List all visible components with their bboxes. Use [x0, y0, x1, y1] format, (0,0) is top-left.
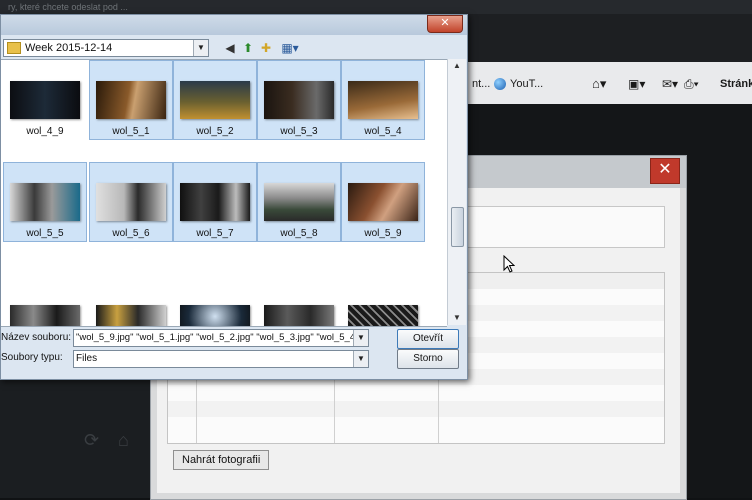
- photo-thumbnail: [10, 305, 80, 326]
- file-thumbnail[interactable]: wol_5_9: [341, 162, 425, 242]
- scroll-up-icon[interactable]: ▲: [448, 59, 466, 73]
- photo-thumbnail: [348, 305, 418, 326]
- photo-thumbnail: [348, 81, 418, 119]
- photo-thumbnail: [264, 81, 334, 119]
- photo-thumbnail: [180, 305, 250, 326]
- background-page-text: ry, které chcete odeslat pod ...: [8, 2, 128, 12]
- dialog-navigation-bar: Week 2015-12-14 ▼ ◀ ⬆ ✚ ▦▾: [1, 37, 467, 59]
- file-thumbnail[interactable]: wol_5_8: [257, 162, 341, 242]
- filename-value: "wol_5_9.jpg" "wol_5_1.jpg" "wol_5_2.jpg…: [76, 332, 353, 343]
- mouse-cursor-icon: [503, 255, 515, 273]
- file-open-dialog: ✕ Week 2015-12-14 ▼ ◀ ⬆ ✚ ▦▾ wol_4_9 wol…: [0, 14, 468, 380]
- refresh-icon: ⟳: [84, 430, 100, 450]
- file-thumbnail[interactable]: wol_5_2: [173, 60, 257, 140]
- filetype-label: Soubory typu:: [1, 352, 63, 363]
- cancel-button[interactable]: Storno: [397, 349, 459, 369]
- current-folder-name: Week 2015-12-14: [25, 42, 113, 54]
- file-thumbnail[interactable]: [257, 284, 341, 326]
- filetype-select[interactable]: Files ▼: [73, 350, 369, 368]
- photo-thumbnail: [180, 183, 250, 221]
- print-icon[interactable]: ⎙▾: [684, 76, 699, 92]
- filename-input[interactable]: "wol_5_9.jpg" "wol_5_1.jpg" "wol_5_2.jpg…: [73, 329, 369, 347]
- file-thumbnail[interactable]: wol_5_3: [257, 60, 341, 140]
- back-icon[interactable]: ◀: [223, 41, 237, 55]
- favorites-link-partial[interactable]: nt...: [472, 76, 490, 92]
- scroll-down-icon[interactable]: ▼: [448, 311, 466, 325]
- file-thumbnail[interactable]: wol_4_9: [3, 60, 87, 140]
- browser-status-strip: ry, které chcete odeslat pod ...: [0, 0, 752, 14]
- page-menu[interactable]: Stránka: [720, 76, 752, 92]
- file-thumbnail[interactable]: wol_5_7: [173, 162, 257, 242]
- photo-thumbnail: [10, 183, 80, 221]
- filetype-value: Files: [76, 353, 98, 364]
- favorites-youtube-link[interactable]: YouT...: [494, 76, 543, 92]
- photo-thumbnail: [348, 183, 418, 221]
- chevron-down-icon[interactable]: ▼: [193, 40, 208, 56]
- file-thumbnail[interactable]: wol_5_4: [341, 60, 425, 140]
- globe-icon: [494, 78, 506, 90]
- file-thumbnail[interactable]: wol_5_6: [89, 162, 173, 242]
- table-row: [168, 401, 664, 417]
- vertical-scrollbar[interactable]: ▲ ▼: [447, 59, 466, 325]
- chevron-down-icon[interactable]: ▼: [353, 351, 368, 367]
- photo-thumbnail: [96, 305, 166, 326]
- open-button[interactable]: Otevřít: [397, 329, 459, 349]
- photo-thumbnail: [96, 183, 166, 221]
- view-menu-icon[interactable]: ▦▾: [279, 41, 301, 55]
- upload-photo-button[interactable]: Nahrát fotografii: [173, 450, 270, 470]
- file-list-area[interactable]: wol_4_9 wol_5_1 wol_5_2 wol_5_3 wol_5_4 …: [1, 59, 447, 327]
- photo-thumbnail: [10, 81, 80, 119]
- file-thumbnail[interactable]: [341, 284, 425, 326]
- photo-thumbnail: [264, 305, 334, 326]
- file-thumbnail[interactable]: wol_5_1: [89, 60, 173, 140]
- file-thumbnail[interactable]: wol_5_5: [3, 162, 87, 242]
- new-folder-icon[interactable]: ✚: [259, 41, 273, 55]
- file-thumbnail[interactable]: [89, 284, 173, 326]
- photo-thumbnail: [96, 81, 166, 119]
- chevron-down-icon[interactable]: ▼: [353, 330, 368, 346]
- up-folder-icon[interactable]: ⬆: [241, 41, 255, 55]
- home-icon[interactable]: ⌂▾: [592, 76, 606, 92]
- close-icon[interactable]: ✕: [427, 15, 463, 33]
- photo-thumbnail: [264, 183, 334, 221]
- folder-select[interactable]: Week 2015-12-14 ▼: [3, 39, 209, 57]
- dialog-titlebar[interactable]: ✕: [1, 15, 467, 35]
- file-thumbnail[interactable]: [3, 284, 87, 326]
- mail-icon[interactable]: ✉▾: [662, 76, 678, 92]
- home-icon-ghost: ⌂: [118, 430, 129, 450]
- close-icon[interactable]: ✕: [650, 158, 680, 184]
- rss-icon[interactable]: ▣▾: [628, 76, 645, 92]
- folder-icon: [7, 42, 21, 54]
- photo-thumbnail: [180, 81, 250, 119]
- filename-label: Název souboru:: [1, 332, 72, 343]
- scrollbar-thumb[interactable]: [451, 207, 464, 247]
- file-thumbnail[interactable]: [173, 284, 257, 326]
